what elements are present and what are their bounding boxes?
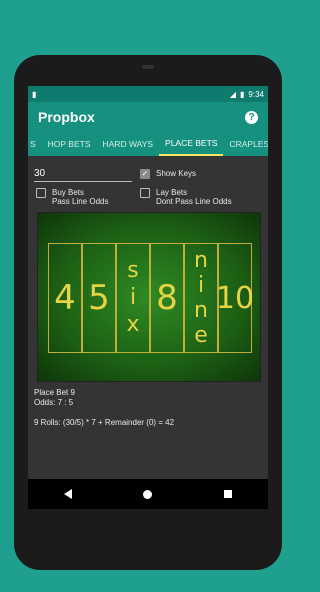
nav-bar (28, 479, 268, 509)
app-title: Propbox (38, 109, 95, 125)
amount-input[interactable] (34, 166, 132, 182)
place-5[interactable]: 5 (82, 243, 116, 353)
home-icon[interactable] (143, 489, 153, 499)
place-4[interactable]: 4 (48, 243, 82, 353)
back-icon[interactable] (63, 489, 72, 499)
sim-icon: ▮ (32, 89, 37, 99)
lay-bets-checkbox[interactable]: Lay Bets Dont Pass Line Odds (140, 188, 232, 206)
screen: ▮ ◢ ▮ 9:34 Propbox ? S HOP BETS HARD WAY… (28, 86, 268, 509)
recents-icon[interactable] (224, 490, 233, 498)
place-8[interactable]: 8 (150, 243, 184, 353)
tab-hop-bets[interactable]: HOP BETS (42, 132, 97, 156)
tab-bar: S HOP BETS HARD WAYS PLACE BETS CRAPLESS (28, 132, 268, 156)
bet-name: Place Bet 9 (34, 388, 75, 397)
lay-bets-label: Lay Bets (156, 188, 188, 197)
pass-line-odds-label: Pass Line Odds (52, 197, 109, 206)
show-keys-label: Show Keys (156, 169, 197, 178)
tab-partial[interactable]: S (28, 132, 42, 156)
tab-hard-ways[interactable]: HARD WAYS (97, 132, 160, 156)
checkbox-checked-icon: ✓ (140, 169, 150, 179)
result-info: Place Bet 9 Odds: 7 : 5 9 Rolls: (30/5) … (34, 388, 262, 428)
dont-pass-line-odds-label: Dont Pass Line Odds (156, 197, 232, 206)
buy-bets-label: Buy Bets (52, 188, 85, 197)
tab-crapless[interactable]: CRAPLESS (223, 132, 268, 156)
help-icon[interactable]: ? (245, 110, 258, 124)
app-bar: Propbox ? (28, 102, 268, 132)
place-9[interactable]: nine (184, 243, 218, 353)
battery-icon: ▮ (240, 89, 245, 99)
tab-place-bets[interactable]: PLACE BETS (159, 132, 224, 156)
checkbox-icon (140, 188, 150, 198)
status-bar: ▮ ◢ ▮ 9:34 (28, 86, 268, 102)
show-keys-checkbox[interactable]: ✓ Show Keys (140, 169, 196, 179)
place-10[interactable]: 10 (216, 243, 254, 353)
craps-table: 4 5 six 8 nine 10 (37, 212, 261, 382)
bet-calculation: 9 Rolls: (30/5) * 7 + Remainder (0) = 42 (34, 418, 175, 427)
buy-bets-checkbox[interactable]: Buy Bets Pass Line Odds (36, 188, 140, 206)
speaker (142, 65, 154, 69)
bet-odds: Odds: 7 : 5 (34, 398, 74, 407)
checkbox-icon (36, 188, 46, 198)
signal-icon: ◢ (229, 89, 237, 99)
content-area: ✓ Show Keys Buy Bets Pass Line Odds Lay … (28, 156, 268, 509)
place-6[interactable]: six (116, 243, 150, 353)
clock: 9:34 (248, 89, 264, 99)
